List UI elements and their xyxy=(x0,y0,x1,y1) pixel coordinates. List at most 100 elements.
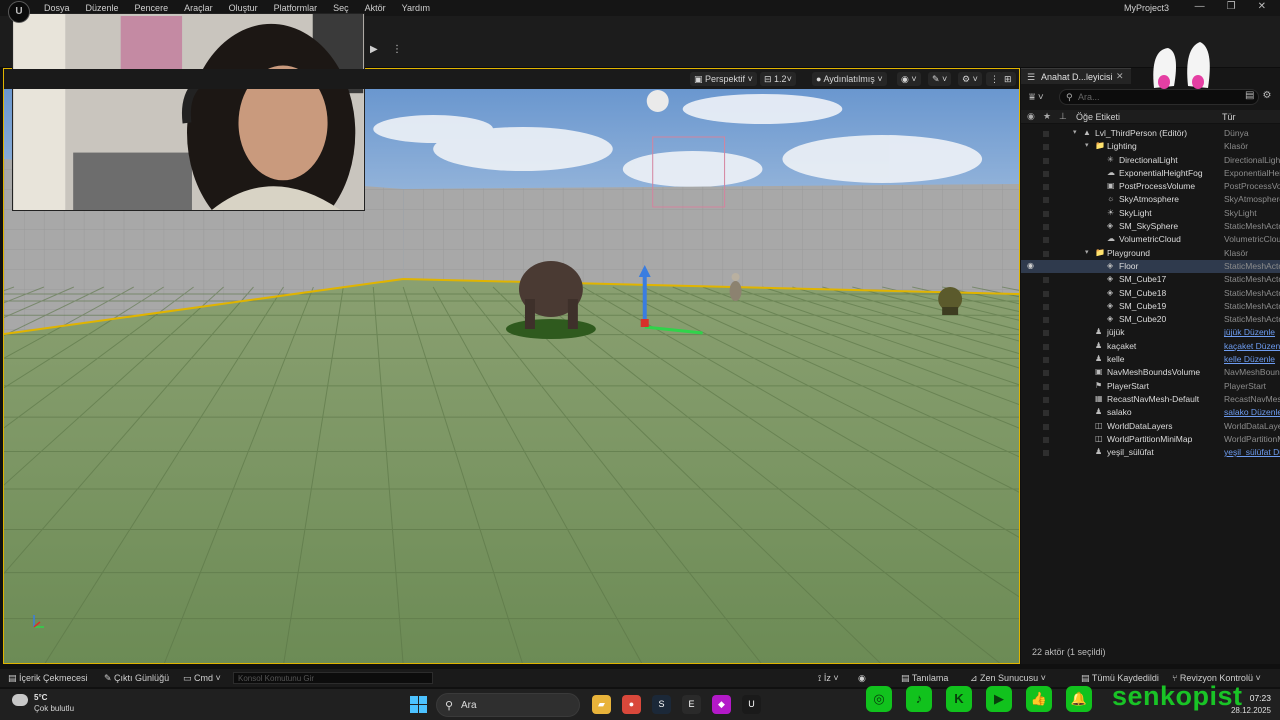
outliner-row[interactable]: ☼ SkyAtmosphere SkyAtmosphere xyxy=(1021,193,1280,206)
lighting-mode-dropdown[interactable]: ● Aydınlatılmış ˅ xyxy=(812,72,887,86)
outliner-item-type[interactable]: kelle Düzenle xyxy=(1224,354,1280,364)
visibility-toggle[interactable] xyxy=(1043,423,1049,430)
outliner-row[interactable]: ▣ NavMeshBoundsVolume NavMeshBoundsVolume xyxy=(1021,366,1280,379)
content-drawer-button[interactable]: ▤ İçerik Çekmecesi xyxy=(8,673,88,684)
taskbar-search[interactable]: ⚲ Ara xyxy=(436,693,580,717)
outliner-row[interactable]: ☁ VolumetricCloud VolumetricCloud xyxy=(1021,233,1280,246)
outliner-item-type[interactable]: salako Düzenle xyxy=(1224,407,1280,417)
snap-button[interactable]: ✎ ˅ xyxy=(928,72,952,86)
axis-gizmo-icon xyxy=(33,615,44,628)
outliner-row[interactable]: ▾ 📁 Lighting Klasör xyxy=(1021,140,1280,153)
visibility-toggle[interactable] xyxy=(1043,370,1049,377)
outliner-item-type[interactable]: yeşil_sülüfat Düzenle xyxy=(1224,447,1280,457)
windows-start-button[interactable] xyxy=(410,696,428,714)
visibility-toggle[interactable] xyxy=(1043,250,1049,257)
expand-arrow-icon[interactable]: ▾ xyxy=(1085,141,1089,149)
outliner-row[interactable]: ◫ WorldPartitionMiniMap WorldPartitionMini… xyxy=(1021,433,1280,446)
visibility-toggle[interactable] xyxy=(1043,330,1049,337)
visibility-toggle[interactable] xyxy=(1043,277,1049,284)
app-icon[interactable]: ◆ xyxy=(712,695,731,714)
visibility-toggle[interactable] xyxy=(1043,396,1049,403)
outliner-row[interactable]: ♟ kaçaket kaçaket Düzenle xyxy=(1021,340,1280,353)
outliner-row[interactable]: ☁ ExponentialHeightFog ExponentialHeightFo… xyxy=(1021,167,1280,180)
unreal-icon[interactable]: U xyxy=(742,695,761,714)
play-options-button[interactable]: ⋮ xyxy=(392,44,402,55)
folder-icon[interactable]: ▰ xyxy=(592,695,611,714)
visibility-toggle[interactable] xyxy=(1043,157,1049,164)
weather-temperature[interactable]: 5°C xyxy=(34,693,47,702)
visibility-toggle[interactable] xyxy=(1043,184,1049,191)
outliner-row[interactable]: ◫ WorldDataLayers WorldDataLayers xyxy=(1021,420,1280,433)
expand-arrow-icon[interactable]: ▾ xyxy=(1073,128,1077,136)
steam-icon[interactable]: S xyxy=(652,695,671,714)
outliner-row[interactable]: ◈ SM_Cube19 StaticMeshActor xyxy=(1021,300,1280,313)
tab-outliner[interactable]: ☰ Anahat D...leyicisi ✕ xyxy=(1021,68,1131,84)
visibility-toggle[interactable] xyxy=(1043,317,1049,324)
outliner-row[interactable]: ♟ kelle kelle Düzenle xyxy=(1021,353,1280,366)
menu-item[interactable]: Yardım xyxy=(394,2,438,14)
show-flags-button[interactable]: ◉ ˅ xyxy=(897,72,921,86)
outliner-row[interactable]: ▦ RecastNavMesh-Default RecastNavMesh xyxy=(1021,393,1280,406)
visibility-toggle[interactable] xyxy=(1043,383,1049,390)
floor[interactable] xyxy=(4,279,1019,664)
outliner-row[interactable]: ♟ jüjük jüjük Düzenle xyxy=(1021,326,1280,339)
visibility-toggle[interactable] xyxy=(1043,224,1049,231)
fov-dropdown[interactable]: ⊟ 1.2˅ xyxy=(760,72,796,86)
visibility-toggle[interactable] xyxy=(1043,197,1049,204)
column-item-label[interactable]: Öğe Etiketi xyxy=(1076,112,1120,122)
outliner-row[interactable]: ✳ DirectionalLight DirectionalLight xyxy=(1021,154,1280,167)
add-folder-icon[interactable]: ▤ xyxy=(1245,90,1254,101)
expand-arrow-icon[interactable]: ▾ xyxy=(1085,248,1089,256)
outliner-row[interactable]: ♟ salako salako Düzenle xyxy=(1021,406,1280,419)
cmd-dropdown[interactable]: ▭ Cmd ˅ xyxy=(183,673,221,684)
close-icon[interactable]: ✕ xyxy=(1116,71,1124,82)
play-button[interactable]: ▶ xyxy=(370,44,384,56)
console-input[interactable] xyxy=(234,673,432,684)
outliner-row[interactable]: ◈ SM_Cube20 StaticMeshActor xyxy=(1021,313,1280,326)
filter-icon[interactable]: ⩸ ˅ xyxy=(1029,92,1044,103)
weather-description[interactable]: Çok bulutlu xyxy=(34,704,74,713)
maximize-button[interactable]: ❐ xyxy=(1227,1,1236,12)
outliner-row[interactable]: ◈ SM_SkySphere StaticMeshActor xyxy=(1021,220,1280,233)
viewport-toolbar: ▣ Perspektif ˅ ⊟ 1.2˅ ● Aydınlatılmış ˅ … xyxy=(4,69,1019,89)
outliner-item-type[interactable]: jüjük Düzenle xyxy=(1224,327,1280,337)
outliner-row[interactable]: ♟ yeşil_sülüfat yeşil_sülüfat Düzenle xyxy=(1021,446,1280,459)
visibility-toggle[interactable] xyxy=(1043,436,1049,443)
outliner-row[interactable]: ☀ SkyLight SkyLight xyxy=(1021,207,1280,220)
visibility-toggle[interactable] xyxy=(1043,131,1049,137)
outliner-row[interactable]: ⚑ PlayerStart PlayerStart xyxy=(1021,380,1280,393)
outliner-item-type[interactable]: kaçaket Düzenle xyxy=(1224,341,1280,351)
zen-server-dropdown[interactable]: ⊿ Zen Sunucusu ˅ xyxy=(970,673,1046,684)
outliner-row[interactable]: ◉ ◈ Floor StaticMeshActor xyxy=(1021,259,1280,274)
gear-icon[interactable]: ⚙ xyxy=(1262,90,1271,101)
diagnostics-button[interactable]: ▤ Tanılama xyxy=(901,673,948,684)
outliner-row[interactable]: ▾ 📁 Playground Klasör xyxy=(1021,247,1280,260)
visibility-toggle[interactable] xyxy=(1043,450,1049,457)
outliner-row[interactable]: ▣ PostProcessVolume PostProcessVolume xyxy=(1021,180,1280,193)
epic-icon[interactable]: E xyxy=(682,695,701,714)
outliner-row[interactable]: ◈ SM_Cube18 StaticMeshActor xyxy=(1021,287,1280,300)
minimize-button[interactable]: — xyxy=(1195,1,1205,12)
visibility-toggle[interactable] xyxy=(1043,343,1049,350)
chrome-icon[interactable]: ● xyxy=(622,695,641,714)
visibility-toggle[interactable] xyxy=(1043,303,1049,310)
close-button[interactable]: ✕ xyxy=(1258,1,1266,12)
output-log-button[interactable]: ✎ Çıktı Günlüğü xyxy=(104,673,169,684)
viewport-layout-button[interactable]: ⊞ xyxy=(1000,72,1016,86)
outliner-row[interactable]: ◈ SM_Cube17 StaticMeshActor xyxy=(1021,273,1280,286)
visibility-toggle[interactable] xyxy=(1043,144,1049,151)
trace-dropdown[interactable]: ⟟ İz ˅ xyxy=(818,673,839,684)
terminal-icon: ▭ xyxy=(183,673,195,683)
visibility-toggle[interactable] xyxy=(1043,170,1049,177)
visibility-toggle[interactable] xyxy=(1043,210,1049,217)
viewport-settings-button[interactable]: ⚙ ˅ xyxy=(958,72,982,86)
record-icon[interactable]: ◉ xyxy=(858,673,866,684)
console-box[interactable] xyxy=(233,672,433,684)
visibility-toggle[interactable] xyxy=(1043,237,1049,244)
eye-icon[interactable]: ◉ xyxy=(1027,261,1034,270)
perspective-dropdown[interactable]: ▣ Perspektif ˅ xyxy=(690,72,757,86)
visibility-toggle[interactable] xyxy=(1043,357,1049,364)
unreal-logo-icon[interactable]: U xyxy=(8,1,30,23)
visibility-toggle[interactable] xyxy=(1043,410,1049,417)
visibility-toggle[interactable] xyxy=(1043,290,1049,297)
